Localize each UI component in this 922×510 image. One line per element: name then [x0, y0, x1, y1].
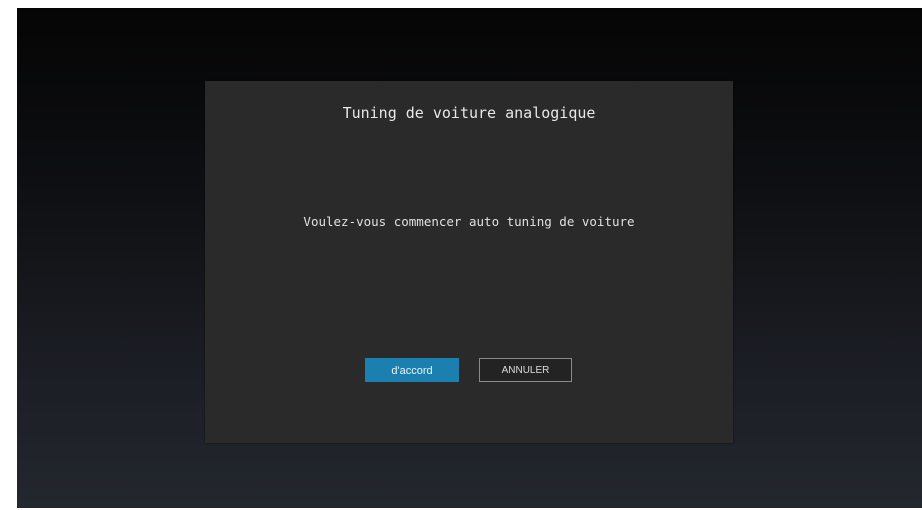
auto-tuning-dialog: Tuning de voiture analogique Voulez-vous…: [205, 81, 733, 443]
dialog-title: Tuning de voiture analogique: [342, 104, 596, 122]
cancel-button[interactable]: ANNULER: [479, 358, 572, 382]
tv-screen: Tuning de voiture analogique Voulez-vous…: [17, 8, 922, 508]
dialog-message: Voulez-vous commencer auto tuning de voi…: [303, 214, 635, 229]
ok-button[interactable]: d'accord: [365, 358, 459, 382]
